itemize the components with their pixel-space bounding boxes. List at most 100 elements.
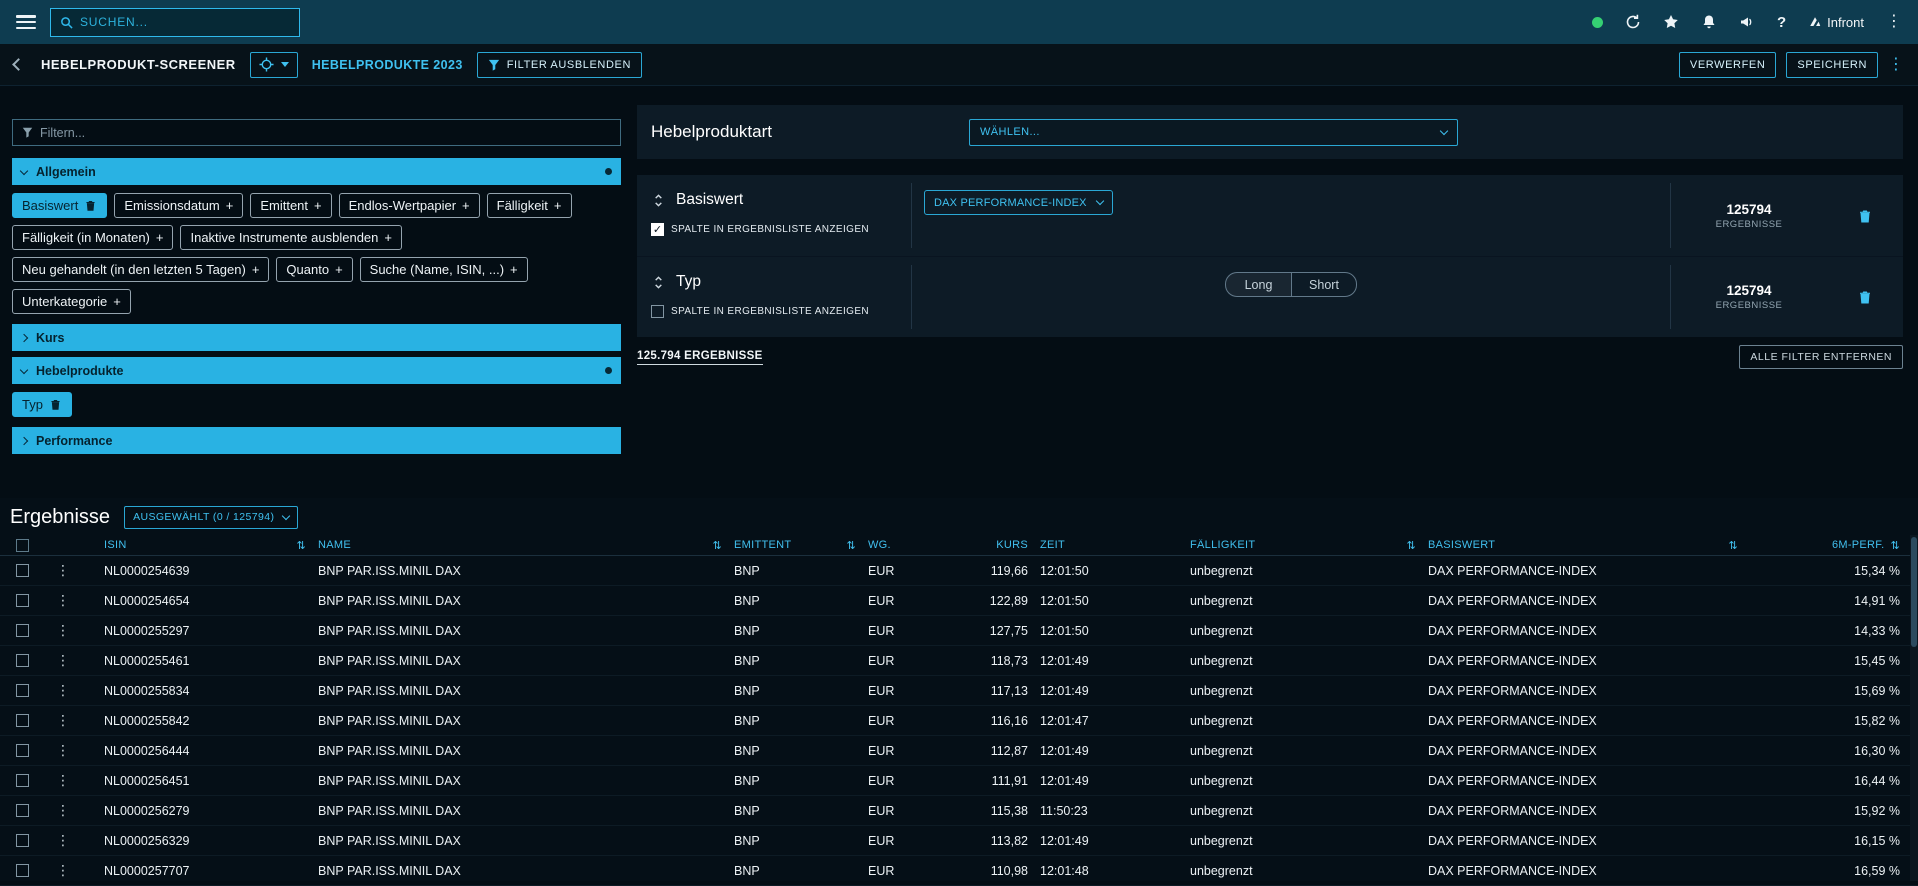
save-button[interactable]: SPEICHERN bbox=[1786, 52, 1878, 78]
column-header-name[interactable]: NAME ⇅ bbox=[318, 539, 734, 552]
table-row[interactable]: ⋮ NL0000255834 BNP PAR.ISS.MINIL DAX BNP… bbox=[0, 676, 1918, 706]
column-header-wg[interactable]: WG. bbox=[868, 539, 948, 551]
column-header-isin[interactable]: ISIN ⇅ bbox=[104, 539, 318, 552]
row-checkbox[interactable] bbox=[16, 834, 29, 847]
sort-icon[interactable]: ⇅ bbox=[1728, 539, 1738, 552]
hebelproduktart-select[interactable]: WÄHLEN... bbox=[969, 119, 1458, 146]
toolbar-overflow-menu-icon[interactable]: ⋮ bbox=[1888, 57, 1904, 73]
show-column-checkbox[interactable] bbox=[651, 305, 664, 318]
table-row[interactable]: ⋮ NL0000256444 BNP PAR.ISS.MINIL DAX BNP… bbox=[0, 736, 1918, 766]
filter-chip[interactable]: Emissionsdatum + bbox=[114, 193, 243, 218]
filter-chip[interactable]: Emittent + bbox=[250, 193, 331, 218]
sidebar-filter-search[interactable] bbox=[12, 119, 621, 146]
row-checkbox[interactable] bbox=[16, 804, 29, 817]
sync-icon[interactable] bbox=[1625, 14, 1641, 30]
show-column-checkbox[interactable]: ✓ bbox=[651, 223, 664, 236]
favorites-star-icon[interactable] bbox=[1663, 14, 1679, 30]
back-icon[interactable] bbox=[12, 58, 25, 71]
table-row[interactable]: ⋮ NL0000256279 BNP PAR.ISS.MINIL DAX BNP… bbox=[0, 796, 1918, 826]
table-row[interactable]: ⋮ NL0000255461 BNP PAR.ISS.MINIL DAX BNP… bbox=[0, 646, 1918, 676]
column-header-basiswert[interactable]: BASISWERT ⇅ bbox=[1428, 539, 1750, 552]
row-menu-icon[interactable]: ⋮ bbox=[56, 682, 104, 699]
topbar-overflow-menu-icon[interactable]: ⋮ bbox=[1886, 14, 1902, 30]
row-checkbox[interactable] bbox=[16, 684, 29, 697]
reorder-icon[interactable] bbox=[651, 193, 666, 208]
section-allgemein[interactable]: Allgemein bbox=[12, 158, 621, 185]
table-row[interactable]: ⋮ NL0000257707 BNP PAR.ISS.MINIL DAX BNP… bbox=[0, 856, 1918, 886]
trash-icon[interactable] bbox=[84, 199, 97, 212]
filter-chip[interactable]: Typ bbox=[12, 392, 72, 417]
row-menu-icon[interactable]: ⋮ bbox=[56, 862, 104, 879]
column-header-zeit[interactable]: ZEIT bbox=[1038, 539, 1190, 551]
menu-icon[interactable] bbox=[16, 15, 36, 29]
row-menu-icon[interactable]: ⋮ bbox=[56, 622, 104, 639]
filter-chip[interactable]: Basiswert bbox=[12, 193, 107, 218]
row-checkbox[interactable] bbox=[16, 564, 29, 577]
vertical-scrollbar[interactable] bbox=[1910, 535, 1918, 881]
filter-chip[interactable]: Unterkategorie + bbox=[12, 289, 131, 314]
announcements-megaphone-icon[interactable] bbox=[1739, 14, 1755, 30]
column-header-kurs[interactable]: KURS bbox=[948, 539, 1038, 551]
section-kurs[interactable]: Kurs bbox=[12, 324, 621, 351]
trash-icon[interactable] bbox=[49, 398, 62, 411]
reorder-icon[interactable] bbox=[651, 275, 666, 290]
section-performance[interactable]: Performance bbox=[12, 427, 621, 454]
section-hebelprodukte[interactable]: Hebelprodukte bbox=[12, 357, 621, 384]
clear-all-filters-button[interactable]: ALLE FILTER ENTFERNEN bbox=[1739, 345, 1903, 369]
notifications-bell-icon[interactable] bbox=[1701, 14, 1717, 30]
row-checkbox[interactable] bbox=[16, 744, 29, 757]
column-header-faelligkeit[interactable]: FÄLLIGKEIT ⇅ bbox=[1190, 539, 1428, 552]
row-menu-icon[interactable]: ⋮ bbox=[56, 562, 104, 579]
saved-screen-link[interactable]: HEBELPRODUKTE 2023 bbox=[312, 58, 463, 72]
row-menu-icon[interactable]: ⋮ bbox=[56, 832, 104, 849]
filter-chip[interactable]: Fälligkeit (in Monaten) + bbox=[12, 225, 173, 250]
table-row[interactable]: ⋮ NL0000256451 BNP PAR.ISS.MINIL DAX BNP… bbox=[0, 766, 1918, 796]
row-checkbox[interactable] bbox=[16, 624, 29, 637]
filter-chip[interactable]: Inaktive Instrumente ausblenden + bbox=[180, 225, 402, 250]
row-checkbox[interactable] bbox=[16, 864, 29, 877]
scrollbar-thumb[interactable] bbox=[1911, 537, 1917, 647]
select-all-checkbox[interactable] bbox=[16, 539, 29, 552]
sidebar-filter-input[interactable] bbox=[40, 126, 611, 140]
selected-dropdown[interactable]: AUSGEWÄHLT (0 / 125794) bbox=[124, 506, 298, 529]
row-menu-icon[interactable]: ⋮ bbox=[56, 772, 104, 789]
sort-icon[interactable]: ⇅ bbox=[1890, 539, 1900, 552]
row-checkbox[interactable] bbox=[16, 774, 29, 787]
filter-chip-label: Basiswert bbox=[22, 198, 78, 213]
hide-filters-button[interactable]: FILTER AUSBLENDEN bbox=[477, 52, 642, 78]
table-row[interactable]: ⋮ NL0000256329 BNP PAR.ISS.MINIL DAX BNP… bbox=[0, 826, 1918, 856]
column-header-6m-perf[interactable]: 6M-PERF. ⇅ bbox=[1750, 539, 1918, 552]
row-menu-icon[interactable]: ⋮ bbox=[56, 742, 104, 759]
table-row[interactable]: ⋮ NL0000254639 BNP PAR.ISS.MINIL DAX BNP… bbox=[0, 556, 1918, 586]
row-menu-icon[interactable]: ⋮ bbox=[56, 592, 104, 609]
table-row[interactable]: ⋮ NL0000254654 BNP PAR.ISS.MINIL DAX BNP… bbox=[0, 586, 1918, 616]
remove-filter-button[interactable] bbox=[1827, 257, 1903, 337]
table-row[interactable]: ⋮ NL0000255842 BNP PAR.ISS.MINIL DAX BNP… bbox=[0, 706, 1918, 736]
filter-chip[interactable]: Fälligkeit + bbox=[487, 193, 572, 218]
remove-filter-button[interactable] bbox=[1827, 175, 1903, 256]
search-input[interactable] bbox=[80, 15, 290, 29]
basiswert-value-dropdown[interactable]: DAX PERFORMANCE-INDEX bbox=[924, 190, 1113, 215]
typ-short-button[interactable]: Short bbox=[1291, 272, 1357, 297]
row-menu-icon[interactable]: ⋮ bbox=[56, 712, 104, 729]
filter-chip[interactable]: Quanto + bbox=[276, 257, 352, 282]
help-icon[interactable]: ? bbox=[1777, 14, 1786, 31]
filter-chip[interactable]: Endlos-Wertpapier + bbox=[339, 193, 480, 218]
global-search[interactable] bbox=[50, 8, 300, 37]
row-menu-icon[interactable]: ⋮ bbox=[56, 802, 104, 819]
table-row[interactable]: ⋮ NL0000255297 BNP PAR.ISS.MINIL DAX BNP… bbox=[0, 616, 1918, 646]
filter-chip[interactable]: Neu gehandelt (in den letzten 5 Tagen) + bbox=[12, 257, 269, 282]
typ-long-button[interactable]: Long bbox=[1225, 272, 1291, 297]
row-checkbox[interactable] bbox=[16, 714, 29, 727]
sort-icon[interactable]: ⇅ bbox=[296, 539, 306, 552]
link-target-button[interactable] bbox=[250, 52, 298, 78]
discard-button[interactable]: VERWERFEN bbox=[1679, 52, 1776, 78]
sort-icon[interactable]: ⇅ bbox=[846, 539, 856, 552]
row-checkbox[interactable] bbox=[16, 654, 29, 667]
row-menu-icon[interactable]: ⋮ bbox=[56, 652, 104, 669]
filter-chip[interactable]: Suche (Name, ISIN, ...) + bbox=[360, 257, 528, 282]
sort-icon[interactable]: ⇅ bbox=[1406, 539, 1416, 552]
column-header-emittent[interactable]: EMITTENT ⇅ bbox=[734, 539, 868, 552]
row-checkbox[interactable] bbox=[16, 594, 29, 607]
sort-icon[interactable]: ⇅ bbox=[712, 539, 722, 552]
